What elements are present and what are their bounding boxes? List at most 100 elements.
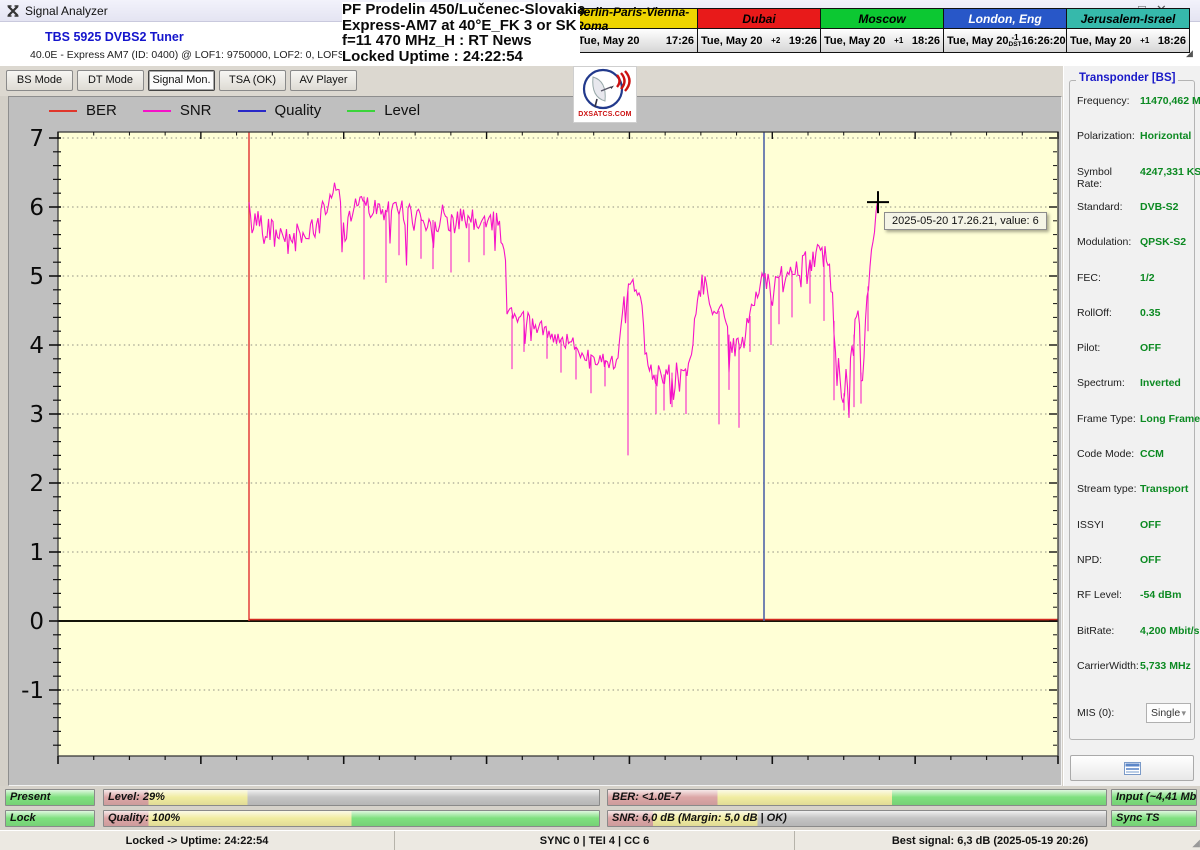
transponder-row: Frequency:11470,462 MHz — [1077, 95, 1189, 107]
mis-dropdown[interactable]: Single ▾ — [1146, 703, 1191, 723]
header-line: Express-AM7 at 40°E_FK 3 or SK — [342, 18, 580, 34]
transponder-groupbox: Frequency:11470,462 MHz Polarization:Hori… — [1069, 80, 1195, 740]
legend-label: BER — [86, 102, 117, 119]
svg-text:7: 7 — [29, 126, 44, 152]
chevron-down-icon: ▾ — [1181, 708, 1186, 719]
svg-text:-1: -1 — [21, 678, 44, 704]
clock-date: Tue, May 20 — [1070, 35, 1132, 47]
legend-swatch — [49, 110, 77, 112]
transponder-value: 11470,462 MHz — [1140, 95, 1200, 107]
tuner-name: TBS 5925 DVBS2 Tuner — [45, 30, 184, 44]
transponder-label: NPD: — [1077, 554, 1140, 566]
clock-city: London, Eng — [944, 9, 1066, 29]
snapshot-button[interactable] — [1070, 755, 1194, 781]
legend-item: Quality — [238, 102, 322, 119]
transponder-row: RF Level:-54 dBm — [1077, 589, 1189, 601]
signal-chart[interactable]: 76543210-1 — [9, 97, 1061, 785]
transponder-label: Modulation: — [1077, 236, 1140, 248]
legend-swatch — [347, 110, 375, 112]
header-line: Locked Uptime : 24:22:54 — [342, 49, 580, 65]
transponder-label: CarrierWidth: — [1077, 660, 1140, 672]
signal-analyzer-window: Signal Analyzer □ ✕ PF Prodelin 450/Luče… — [0, 0, 1200, 850]
tuner-details: 40.0E - Express AM7 (ID: 0400) @ LOF1: 9… — [30, 49, 366, 61]
legend-item: Level — [347, 102, 420, 119]
window-title: Signal Analyzer — [25, 4, 108, 18]
clock-body: Tue, May 20-1DST16:26:20 — [944, 29, 1066, 52]
gauge-label: Sync TS — [1116, 812, 1159, 824]
transponder-label: Stream type: — [1077, 483, 1140, 495]
window-resize-grip[interactable]: ◢ — [1192, 838, 1199, 849]
transponder-value: CCM — [1140, 448, 1164, 460]
transponder-row: Stream type:Transport — [1077, 483, 1189, 495]
clock-body: Tue, May 20+118:26 — [1067, 29, 1189, 52]
transponder-label: Symbol Rate: — [1077, 166, 1140, 190]
transponder-label: Standard: — [1077, 201, 1140, 213]
transponder-row: Pilot:OFF — [1077, 342, 1189, 354]
transponder-label: RF Level: — [1077, 589, 1140, 601]
transponder-value: OFF — [1140, 519, 1161, 531]
clock-time: 18:26 — [1158, 35, 1186, 47]
legend-label: Quality — [275, 102, 322, 119]
transponder-label: RollOff: — [1077, 307, 1140, 319]
transponder-value: Transport — [1140, 483, 1188, 495]
tab-av-player[interactable]: AV Player — [290, 70, 357, 91]
tab-tsa-ok-[interactable]: TSA (OK) — [219, 70, 286, 91]
transponder-row: RollOff:0.35 — [1077, 307, 1189, 319]
gauge-label: Present — [10, 791, 50, 803]
clock-city: Dubai — [698, 9, 820, 29]
transponder-label: ISSYI — [1077, 519, 1140, 531]
transponder-row: FEC:1/2 — [1077, 272, 1189, 284]
gauge-label: Level: 29% — [108, 791, 165, 803]
transponder-label: BitRate: — [1077, 625, 1140, 637]
clock-resize-grip[interactable]: ◢ — [1186, 48, 1193, 59]
gauge-label: Input (~4,41 Mbps) — [1116, 791, 1197, 803]
gauge-area: Present Level: 29% BER: <1.0E-7 Input (~4,4… — [0, 786, 1200, 830]
logo-text: DXSATCS.COM — [578, 111, 631, 118]
status-bar: Locked -> Uptime: 24:22:54 SYNC 0 | TEI … — [0, 830, 1200, 850]
chart-panel: 76543210-1 BERSNRQualityLevel — [8, 96, 1062, 786]
transponder-label: FEC: — [1077, 272, 1140, 284]
gauge-present: Present — [5, 789, 95, 806]
transponder-value: 4247,331 KS/s — [1140, 166, 1200, 190]
tab-bs-mode[interactable]: BS Mode — [6, 70, 73, 91]
transponder-row: Spectrum:Inverted — [1077, 377, 1189, 389]
transponder-row: Standard:DVB-S2 — [1077, 201, 1189, 213]
svg-text:6: 6 — [29, 195, 44, 221]
transponder-row: Frame Type:Long Frame — [1077, 413, 1189, 425]
gauge-label: BER: <1.0E-7 — [612, 791, 681, 803]
tab-dt-mode[interactable]: DT Mode — [77, 70, 144, 91]
transponder-row: Polarization:Horizontal — [1077, 130, 1189, 142]
gauge-label: Quality: 100% — [108, 812, 180, 824]
transponder-label: Frequency: — [1077, 95, 1140, 107]
transponder-row: Symbol Rate:4247,331 KS/s — [1077, 166, 1189, 190]
clock-utc-offset: +2 — [763, 37, 789, 44]
tab-signal-mon-[interactable]: Signal Mon. — [148, 70, 215, 91]
mis-row: MIS (0): Single ▾ — [1077, 703, 1191, 723]
clock-utc-offset: +1 — [886, 37, 912, 44]
legend-label: Level — [384, 102, 420, 119]
clock-city: Berlin-Paris-Vienna-Roma — [575, 9, 697, 29]
gauge-input-4-41-mbps-: Input (~4,41 Mbps) — [1111, 789, 1197, 806]
transponder-row: Code Mode:CCM — [1077, 448, 1189, 460]
transponder-label: Spectrum: — [1077, 377, 1140, 389]
transponder-panel: Transponder [BS] Frequency:11470,462 MHz… — [1063, 66, 1200, 786]
clock-time: 17:26 — [666, 35, 694, 47]
header-line: f=11 470 MHz_H : RT News — [342, 33, 580, 49]
status-best-signal: Best signal: 6,3 dB (2025-05-19 20:26) — [795, 831, 1185, 850]
svg-text:3: 3 — [29, 402, 44, 428]
clock-date: Tue, May 20 — [824, 35, 886, 47]
svg-text:5: 5 — [29, 264, 44, 290]
world-clocks: Berlin-Paris-Vienna-Roma Tue, May 20 17:26… — [575, 8, 1190, 53]
dxsatcs-logo: DXSATCS.COM — [573, 66, 637, 123]
app-dish-icon — [6, 4, 20, 18]
transponder-value: 5,733 MHz — [1140, 660, 1191, 672]
transponder-value: 1/2 — [1140, 272, 1155, 284]
site-header: PF Prodelin 450/Lučenec-Slovakia Express… — [342, 2, 580, 64]
gauge-quality: Quality: 100% — [103, 810, 600, 827]
clock-widget: Jerusalem-IsraelTue, May 20+118:26 — [1066, 8, 1190, 53]
transponder-value: Inverted — [1140, 377, 1181, 389]
clock-body: Tue, May 20+118:26 — [821, 29, 943, 52]
clock-time: 19:26 — [789, 35, 817, 47]
transponder-row: ISSYIOFF — [1077, 519, 1189, 531]
mis-label: MIS (0): — [1077, 707, 1140, 719]
